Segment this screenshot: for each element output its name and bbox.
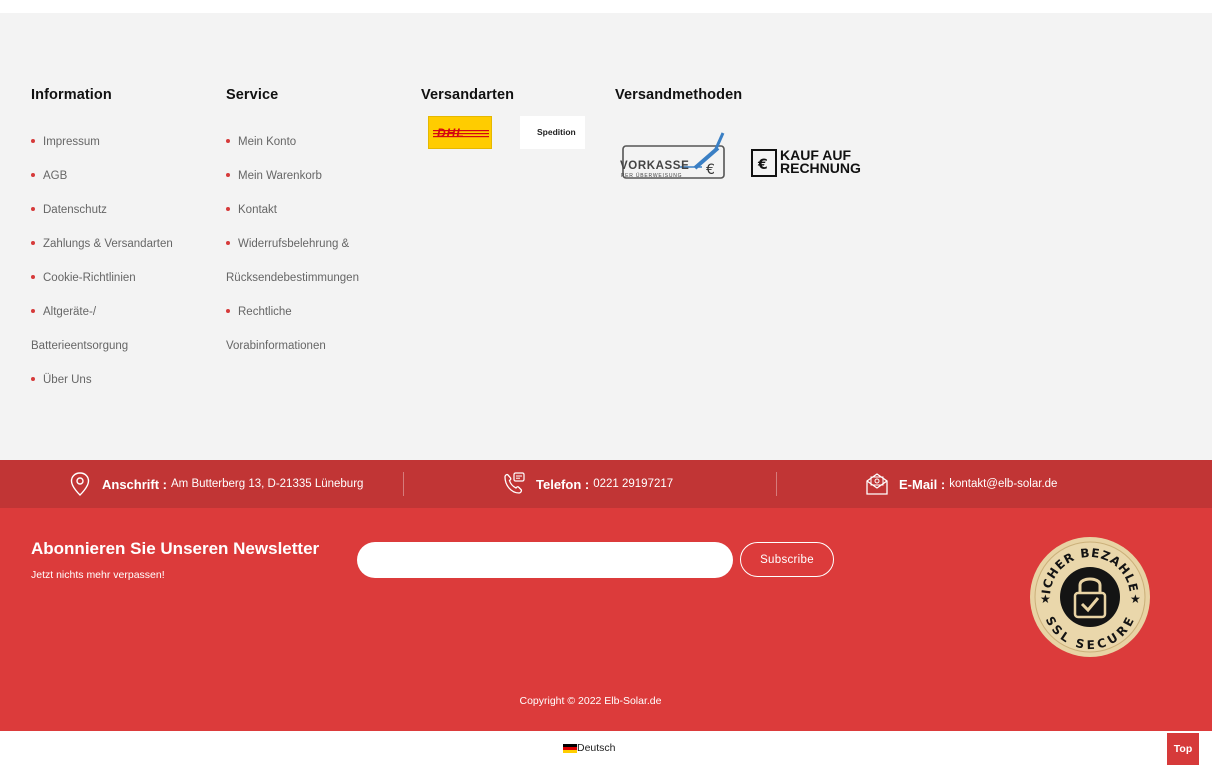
newsletter-email-input[interactable]	[357, 542, 733, 578]
invoice-icon: €	[751, 149, 777, 177]
link-agb[interactable]: AGB	[31, 159, 221, 193]
versandarten-column: Versandarten	[421, 87, 611, 103]
bullet-icon	[31, 274, 35, 279]
spedition-logo: Spedition	[520, 116, 585, 149]
link-zahlungs-versandarten[interactable]: Zahlungs & Versandarten	[31, 227, 221, 261]
newsletter-subtitle: Jetzt nichts mehr verpassen!	[31, 569, 165, 581]
german-flag-icon	[563, 743, 577, 753]
language-selector[interactable]: Deutsch	[563, 742, 616, 754]
phone-chat-icon	[504, 472, 525, 494]
bullet-icon	[226, 240, 230, 245]
contact-address: Anschrift : Am Butterberg 13, D-21335 Lü…	[68, 460, 363, 508]
dhl-logo: DHL	[428, 116, 492, 149]
contact-bar: Anschrift : Am Butterberg 13, D-21335 Lü…	[0, 460, 1212, 508]
bullet-icon	[31, 376, 35, 381]
vorkasse-subtext: PER ÜBERWEISUNG	[621, 173, 683, 179]
versandmethoden-column: Versandmethoden	[615, 87, 915, 103]
svg-text:★: ★	[1130, 592, 1141, 606]
page: Information Impressum AGB Datenschutz Za…	[0, 0, 1212, 773]
link-altgeraete[interactable]: Altgeräte-/	[31, 295, 221, 329]
information-links: Impressum AGB Datenschutz Zahlungs & Ver…	[31, 125, 221, 397]
link-altgeraete-cont[interactable]: Batterieentsorgung	[31, 329, 221, 363]
service-heading: Service	[226, 87, 279, 103]
link-datenschutz[interactable]: Datenschutz	[31, 193, 221, 227]
contact-phone[interactable]: Telefon : 0221 29197217	[502, 460, 673, 508]
link-cookie-richtlinien[interactable]: Cookie-Richtlinien	[31, 261, 221, 295]
svg-text:€: €	[757, 157, 768, 173]
link-widerrufsbelehrung[interactable]: Widerrufsbelehrung &	[226, 227, 416, 261]
bullet-icon	[31, 138, 35, 143]
ssl-secure-badge: SICHER BEZAHLEN SSL SECURE ★ ★	[1028, 535, 1150, 657]
svg-text:€: €	[706, 162, 715, 178]
rechnung-logo: € KAUF AUF RECHNUNG	[750, 148, 872, 180]
information-column: Information Impressum AGB Datenschutz Za…	[31, 87, 221, 397]
bullet-icon	[31, 308, 35, 313]
link-ueber-uns[interactable]: Über Uns	[31, 363, 221, 397]
contact-separator	[403, 472, 404, 496]
bullet-icon	[226, 172, 230, 177]
envelope-icon	[866, 473, 888, 495]
link-mein-warenkorb[interactable]: Mein Warenkorb	[226, 159, 416, 193]
bullet-icon	[31, 172, 35, 177]
contact-email[interactable]: E-Mail : kontakt@elb-solar.de	[865, 460, 1057, 508]
link-impressum[interactable]: Impressum	[31, 125, 221, 159]
bottom-bar: Deutsch Top	[0, 731, 1212, 773]
bullet-icon	[226, 206, 230, 211]
newsletter-title: Abonnieren Sie Unseren Newsletter	[31, 539, 320, 558]
bullet-icon	[31, 206, 35, 211]
location-pin-icon	[70, 472, 90, 496]
bullet-icon	[31, 240, 35, 245]
vorkasse-text: VORKASSE	[620, 160, 690, 172]
service-column: Service Mein Konto Mein Warenkorb Kontak…	[226, 87, 416, 363]
newsletter-section: Abonnieren Sie Unseren Newsletter Jetzt …	[0, 508, 1212, 731]
subscribe-button[interactable]: Subscribe	[740, 542, 834, 577]
link-mein-konto[interactable]: Mein Konto	[226, 125, 416, 159]
copyright-text: Copyright © 2022 Elb-Solar.de	[519, 695, 662, 707]
scroll-top-button[interactable]: Top	[1167, 733, 1199, 765]
link-rechtliche-cont[interactable]: Vorabinformationen	[226, 329, 416, 363]
shipping-logos: DHL Spedition	[428, 116, 598, 150]
link-rechtliche[interactable]: Rechtliche	[226, 295, 416, 329]
rechnung-text: KAUF AUF RECHNUNG	[780, 147, 861, 176]
bullet-icon	[226, 138, 230, 143]
vorkasse-logo: € VORKASSE PER ÜBERWEISUNG	[620, 130, 730, 182]
link-kontakt[interactable]: Kontakt	[226, 193, 416, 227]
information-heading: Information	[31, 87, 112, 103]
svg-text:★: ★	[1040, 592, 1051, 606]
footer-main: Information Impressum AGB Datenschutz Za…	[0, 13, 1212, 460]
link-widerrufsbelehrung-cont[interactable]: Rücksendebestimmungen	[226, 261, 416, 295]
contact-separator	[776, 472, 777, 496]
versandmethoden-heading: Versandmethoden	[615, 87, 743, 103]
service-links: Mein Konto Mein Warenkorb Kontakt Widerr…	[226, 125, 416, 363]
versandarten-heading: Versandarten	[421, 87, 515, 103]
bullet-icon	[226, 308, 230, 313]
top-strip	[0, 0, 1212, 13]
